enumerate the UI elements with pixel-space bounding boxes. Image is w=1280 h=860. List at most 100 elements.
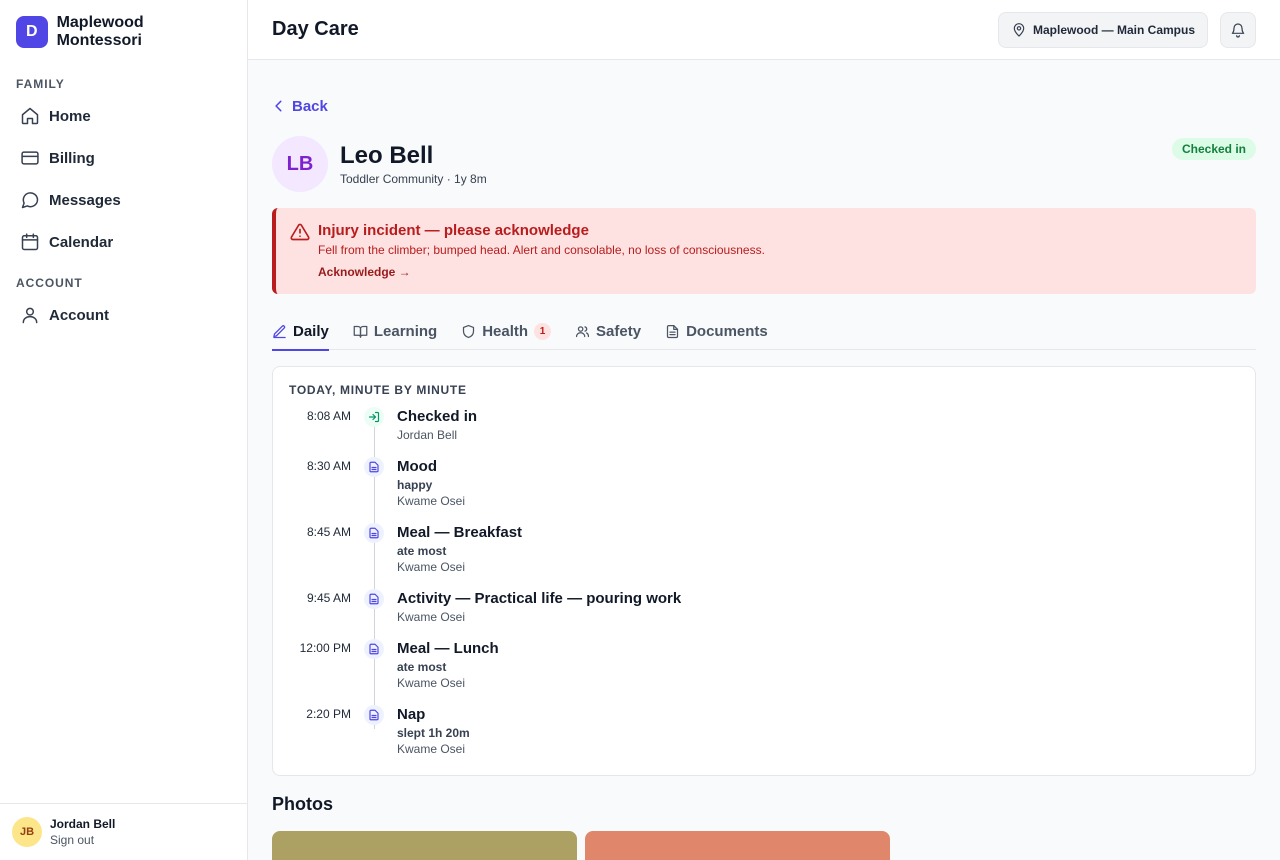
sidebar-item-calendar[interactable]: Calendar [0, 221, 247, 263]
photo-thumbnail[interactable] [585, 831, 890, 860]
home-icon [21, 107, 39, 125]
event-author: Kwame Osei [397, 560, 466, 574]
brand[interactable]: D Maplewood Montessori [0, 0, 247, 64]
user-profile: JB Jordan Bell Sign out [0, 803, 247, 860]
brand-name: Maplewood Montessori [56, 14, 144, 49]
campus-label: Maplewood — Main Campus [1032, 22, 1195, 37]
tab-label: Safety [596, 323, 642, 340]
shield-icon [463, 324, 475, 339]
tab-daily[interactable]: Daily [272, 314, 329, 351]
event-marker [364, 457, 384, 477]
event-time: 9:45 AM [306, 591, 351, 605]
event-time: 8:30 AM [306, 459, 351, 473]
tab-health[interactable]: Health 1 [461, 314, 552, 350]
tab-bar: Daily Learning Health 1 Safety Documents [272, 314, 1256, 351]
page-title: Day Care [272, 18, 359, 40]
nav-section-account: ACCOUNT [16, 276, 83, 290]
family-nav: Home Billing Messages Calendar [0, 95, 247, 263]
warning-triangle-icon [290, 223, 310, 241]
timeline-event: 12:00 PM Meal — Lunch ate most Kwame Ose… [289, 637, 1239, 703]
timeline-event: 8:45 AM Meal — Breakfast ate most Kwame … [289, 521, 1239, 587]
book-icon [353, 325, 368, 338]
brand-logo: D [16, 16, 48, 48]
tab-safety[interactable]: Safety [575, 314, 641, 350]
acknowledge-link[interactable]: Acknowledge → [318, 265, 411, 279]
users-icon [575, 326, 590, 338]
avatar: JB [12, 817, 42, 847]
event-author: Kwame Osei [397, 676, 466, 690]
sidebar-item-account[interactable]: Account [0, 294, 247, 336]
bell-icon [1231, 22, 1245, 38]
alert-body: Injury incident — please acknowledge Fel… [318, 222, 1240, 281]
note-icon [369, 461, 379, 473]
timeline: 8:08 AM Checked in Jordan Bell 8:30 AM M… [289, 405, 1239, 759]
chat-bubble-icon [21, 192, 39, 209]
event-time: 8:45 AM [306, 525, 351, 539]
sidebar-item-label: Account [49, 306, 109, 324]
user-name: Jordan Bell [50, 817, 116, 831]
content: Back LB Leo Bell Toddler Community · 1y … [248, 60, 1280, 860]
event-body: Nap slept 1h 20m Kwame Osei [397, 703, 470, 759]
event-marker [364, 407, 384, 427]
event-time: 8:08 AM [306, 409, 351, 423]
tab-label: Documents [686, 323, 768, 340]
event-time: 2:20 PM [306, 707, 351, 721]
event-body: Activity — Practical life — pouring work… [397, 587, 681, 637]
main: Day Care Maplewood — Main Campus Back LB [248, 0, 1280, 860]
app: D Maplewood Montessori FAMILY Home Billi… [0, 0, 1280, 860]
event-author: Kwame Osei [397, 610, 466, 624]
nav-section-family: FAMILY [16, 77, 65, 91]
event-title: Nap [397, 706, 426, 723]
event-body: Mood happy Kwame Osei [397, 455, 465, 521]
photo-thumbnail[interactable] [272, 831, 577, 860]
back-link[interactable]: Back [272, 96, 328, 116]
timeline-heading: TODAY, MINUTE BY MINUTE [289, 383, 467, 397]
event-marker [364, 589, 384, 609]
tab-learning[interactable]: Learning [353, 314, 437, 350]
notifications-button[interactable] [1220, 11, 1256, 48]
timeline-event: 8:08 AM Checked in Jordan Bell [289, 405, 1239, 455]
event-title: Meal — Breakfast [397, 524, 523, 541]
photos-heading: Photos [272, 794, 333, 814]
event-title: Mood [397, 458, 437, 475]
event-title: Meal — Lunch [397, 640, 499, 657]
map-pin-icon [1013, 22, 1025, 37]
campus-selector[interactable]: Maplewood — Main Campus [997, 11, 1208, 48]
topbar: Day Care Maplewood — Main Campus [248, 0, 1280, 60]
event-title: Checked in [397, 408, 478, 425]
sidebar-item-label: Home [49, 107, 91, 125]
back-label: Back [292, 97, 328, 115]
note-icon [369, 643, 379, 655]
tab-label: Daily [293, 323, 329, 340]
account-nav: Account [0, 294, 247, 336]
topbar-actions: Maplewood — Main Campus [997, 11, 1256, 48]
tab-documents[interactable]: Documents [665, 314, 768, 350]
sidebar-item-home[interactable]: Home [0, 95, 247, 137]
event-author: Jordan Bell [397, 428, 458, 442]
incident-alert: Injury incident — please acknowledge Fel… [272, 208, 1256, 294]
event-detail: ate most [397, 660, 447, 674]
sidebar-item-messages[interactable]: Messages [0, 179, 247, 221]
note-icon [369, 709, 379, 721]
sign-out-link[interactable]: Sign out [50, 833, 115, 847]
status-badge: Checked in [1171, 138, 1256, 160]
event-title: Activity — Practical life — pouring work [397, 590, 682, 607]
child-name: Leo Bell [340, 142, 434, 169]
pencil-icon [273, 325, 286, 339]
event-marker [364, 705, 384, 725]
sidebar-item-label: Calendar [49, 233, 114, 251]
calendar-icon [21, 233, 39, 251]
photo-gallery [272, 831, 1256, 860]
alert-title: Injury incident — please acknowledge [318, 222, 589, 239]
event-detail: happy [397, 478, 433, 492]
event-author: Kwame Osei [397, 742, 466, 756]
sign-in-icon [368, 411, 380, 423]
note-icon [369, 593, 379, 605]
user-icon [22, 307, 38, 324]
sidebar-item-billing[interactable]: Billing [0, 137, 247, 179]
event-time: 12:00 PM [299, 641, 351, 655]
tab-count-badge: 1 [534, 323, 552, 340]
timeline-event: 9:45 AM Activity — Practical life — pour… [289, 587, 1239, 637]
event-detail: ate most [397, 544, 447, 558]
alert-description: Fell from the climber; bumped head. Aler… [318, 243, 765, 257]
